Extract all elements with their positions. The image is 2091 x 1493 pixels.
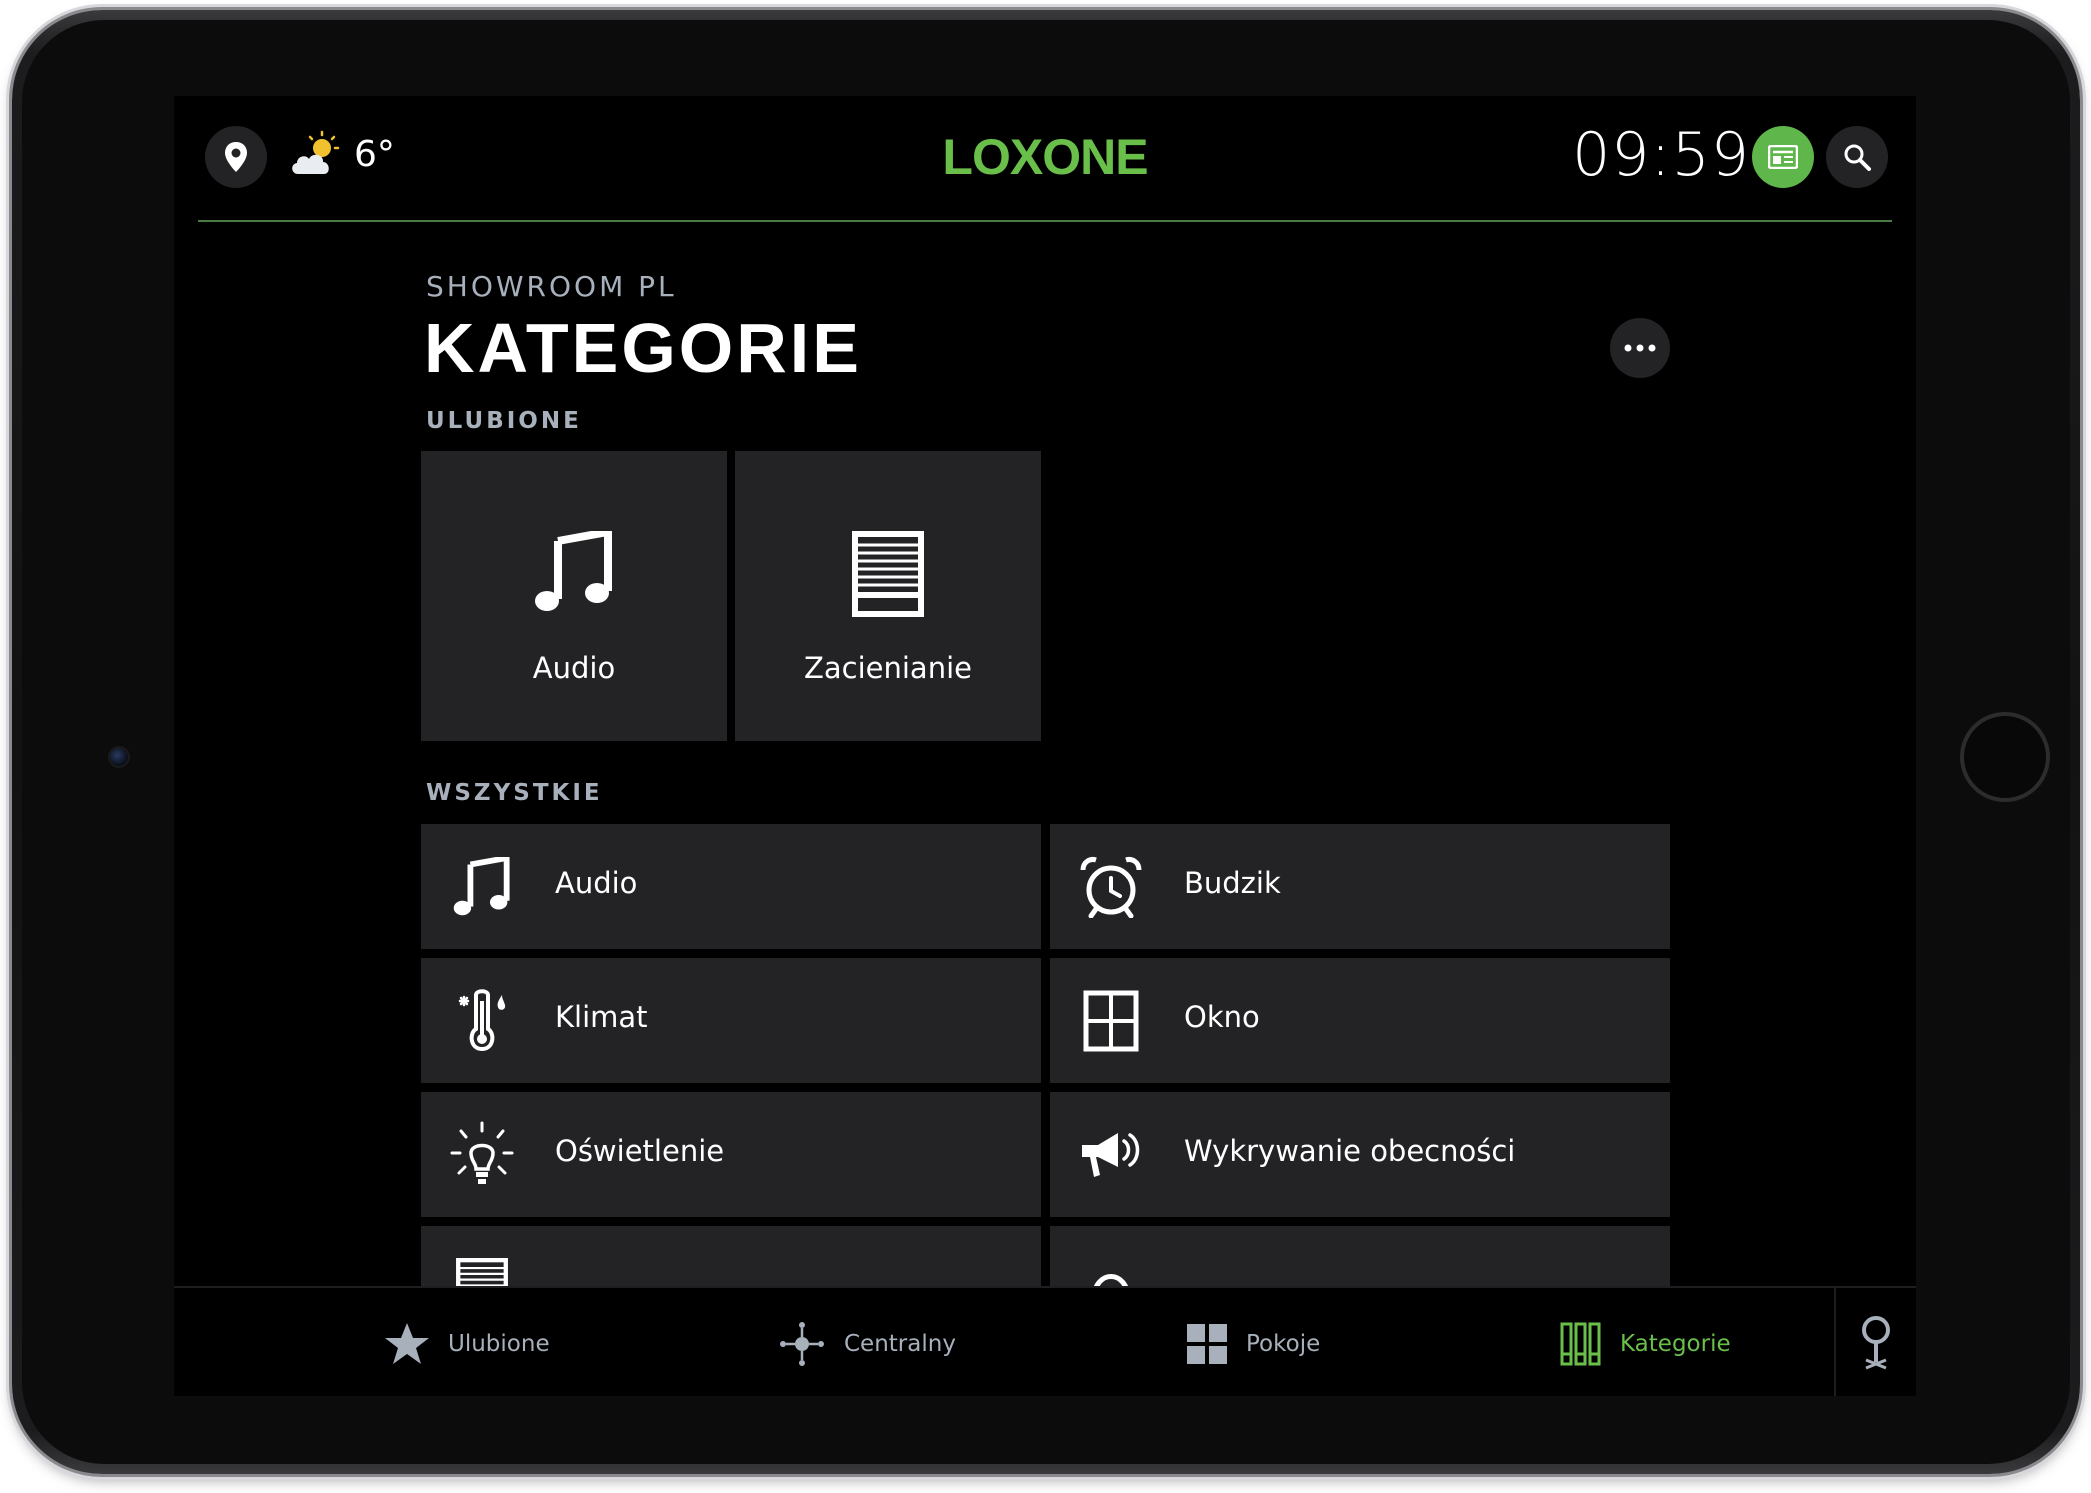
- tab-label: Ulubione: [448, 1331, 550, 1357]
- tab-pokoje[interactable]: Pokoje: [1186, 1316, 1320, 1372]
- alarm-clock-icon: [1080, 857, 1142, 918]
- ellipsis-icon: [1624, 344, 1656, 352]
- category-row-wykrywanie-obecnosci[interactable]: Wykrywanie obecności: [1050, 1092, 1670, 1217]
- search-button[interactable]: [1826, 126, 1888, 188]
- categories-icon: [1560, 1322, 1601, 1366]
- central-icon: [780, 1322, 824, 1366]
- bottom-tab-bar: Ulubione Centralny Pokoje Kategorie: [174, 1286, 1916, 1396]
- tab-divider: [1834, 1288, 1836, 1396]
- all-section-label: WSZYSTKIE: [426, 780, 603, 806]
- clock-display: 09:59: [1572, 120, 1750, 190]
- home-button[interactable]: [1960, 712, 2050, 802]
- page-title: KATEGORIE: [424, 309, 862, 387]
- category-label: Wykrywanie obecności: [1184, 1134, 1516, 1168]
- category-label: Klimat: [555, 1000, 648, 1034]
- category-row-oswietlenie[interactable]: Oświetlenie: [421, 1092, 1041, 1217]
- blinds-icon: [852, 531, 924, 617]
- rooms-grid-icon: [1187, 1324, 1227, 1364]
- front-camera: [108, 746, 130, 768]
- app-screen: 6° LOXONE 09:59 SHOWROOM PL KATEGORIE UL…: [174, 96, 1916, 1396]
- category-label: Audio: [555, 866, 638, 900]
- music-note-icon: [453, 857, 510, 916]
- category-row-klimat[interactable]: Klimat: [421, 958, 1041, 1083]
- category-row-okno[interactable]: Okno: [1050, 958, 1670, 1083]
- thermometer-icon: [458, 989, 506, 1052]
- location-pin-icon[interactable]: [1856, 1314, 1896, 1370]
- notifications-button[interactable]: [1752, 126, 1814, 188]
- window-icon: [1083, 990, 1139, 1052]
- header-divider: [198, 220, 1892, 222]
- category-label: Oświetlenie: [555, 1134, 725, 1168]
- tab-label: Centralny: [844, 1331, 956, 1357]
- tab-ulubione[interactable]: Ulubione: [384, 1316, 550, 1372]
- favorite-tile-audio[interactable]: Audio: [421, 451, 727, 741]
- megaphone-icon: [1082, 1133, 1140, 1177]
- category-row-budzik[interactable]: Budzik: [1050, 824, 1670, 949]
- news-icon: [1768, 145, 1798, 169]
- favorite-tile-label: Audio: [532, 651, 616, 685]
- category-row-audio[interactable]: Audio: [421, 824, 1041, 949]
- category-label: Okno: [1184, 1000, 1260, 1034]
- tab-centralny[interactable]: Centralny: [778, 1316, 956, 1372]
- tab-label: Kategorie: [1620, 1331, 1731, 1357]
- tab-kategorie[interactable]: Kategorie: [1560, 1316, 1731, 1372]
- favorite-tile-label: Zacienianie: [804, 651, 972, 685]
- favorite-tile-zacienianie[interactable]: Zacienianie: [735, 451, 1041, 741]
- light-bulb-icon: [450, 1121, 514, 1184]
- category-label: Budzik: [1184, 866, 1281, 900]
- music-note-icon: [535, 531, 612, 611]
- favorites-section-label: ULUBIONE: [426, 408, 582, 434]
- more-options-button[interactable]: [1610, 318, 1670, 378]
- top-bar: 6° LOXONE 09:59: [174, 96, 1916, 222]
- location-subtitle: SHOWROOM PL: [426, 270, 677, 303]
- search-icon: [1844, 144, 1871, 171]
- tab-label: Pokoje: [1246, 1331, 1321, 1357]
- star-icon: [385, 1323, 429, 1364]
